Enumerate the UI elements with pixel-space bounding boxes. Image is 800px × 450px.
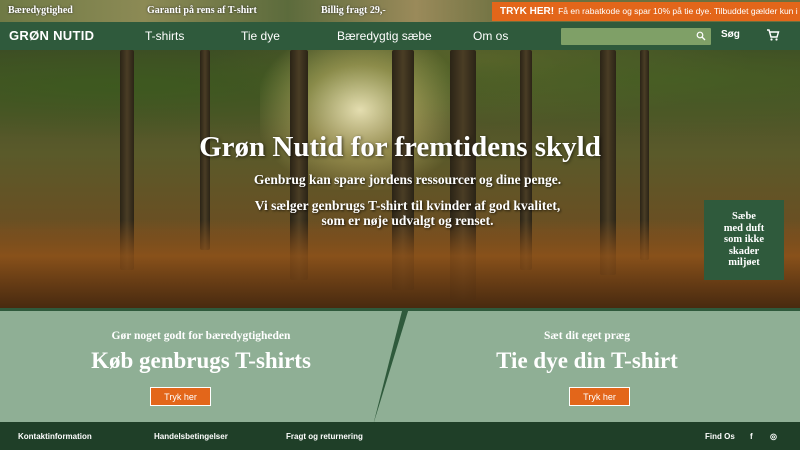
soap-box-line: miljøet bbox=[728, 257, 760, 268]
promo-item-sustainability: Bæredygtighed bbox=[8, 5, 73, 16]
search-input[interactable] bbox=[561, 28, 711, 45]
tshirts-panel: Gør noget godt for bæredygtigheden Køb g… bbox=[0, 311, 402, 422]
site-footer: Kontaktinformation Handelsbetingelser Fr… bbox=[0, 422, 800, 450]
offer-cta-label[interactable]: TRYK HER! bbox=[500, 6, 554, 17]
hero-subtitle-line: som er nøje udvalgt og renset. bbox=[321, 213, 494, 228]
nav-link-tie-dye[interactable]: Tie dye bbox=[241, 29, 280, 43]
soap-box-line: Sæbe bbox=[732, 211, 756, 222]
footer-link-find-us[interactable]: Find Os bbox=[705, 432, 735, 441]
main-navigation: GRØN NUTID T-shirts Tie dye Bæredygtig s… bbox=[0, 22, 800, 50]
search-icon[interactable] bbox=[696, 31, 706, 41]
tie-dye-panel: Sæt dit eget præg Tie dye din T-shirt Tr… bbox=[374, 311, 800, 422]
soap-promo-box[interactable]: Sæbe med duft som ikke skader miljøet bbox=[704, 200, 784, 280]
soap-box-line: skader bbox=[728, 245, 760, 257]
promo-item-shipping: Billig fragt 29,- bbox=[321, 5, 386, 16]
buy-tshirts-button[interactable]: Tryk her bbox=[150, 387, 211, 406]
feature-panels: Gør noget godt for bæredygtigheden Køb g… bbox=[0, 308, 800, 422]
cart-icon[interactable] bbox=[766, 28, 780, 42]
tie-dye-button[interactable]: Tryk her bbox=[569, 387, 630, 406]
nav-link-tshirts[interactable]: T-shirts bbox=[145, 29, 184, 43]
hero-forest-floor bbox=[0, 220, 800, 308]
panel-heading: Tie dye din T-shirt bbox=[496, 348, 678, 373]
facebook-icon[interactable]: f bbox=[750, 432, 753, 441]
footer-link-terms[interactable]: Handelsbetingelser bbox=[154, 432, 228, 441]
search-button[interactable]: Søg bbox=[721, 29, 740, 40]
discount-offer-banner[interactable]: TRYK HER! Få en rabatkode og spar 10% på … bbox=[492, 2, 800, 21]
hero-subtitle-line: Genbrug kan spare jordens ressourcer og … bbox=[253, 172, 562, 187]
nav-link-soap[interactable]: Bæredygtig sæbe bbox=[337, 29, 432, 43]
soap-box-line: som ikke bbox=[724, 234, 764, 245]
offer-text: Få en rabatkode og spar 10% på tie dye. … bbox=[558, 6, 800, 16]
hero-subtitle-line: Vi sælger genbrugs T-shirt til kvinder a… bbox=[254, 198, 561, 213]
hero-title: Grøn Nutid for fremtidens skyld bbox=[199, 131, 601, 163]
site-logo[interactable]: GRØN NUTID bbox=[9, 28, 94, 43]
nav-link-about[interactable]: Om os bbox=[473, 29, 508, 43]
promo-item-guarantee: Garanti på rens af T-shirt bbox=[147, 5, 257, 16]
panel-eyebrow: Gør noget godt for bæredygtigheden bbox=[111, 330, 291, 342]
panel-eyebrow: Sæt dit eget præg bbox=[544, 330, 630, 342]
promo-strip: Bæredygtighed Garanti på rens af T-shirt… bbox=[0, 0, 800, 22]
footer-link-shipping[interactable]: Fragt og returnering bbox=[286, 432, 363, 441]
instagram-icon[interactable]: ◎ bbox=[770, 432, 777, 441]
hero-banner: Grøn Nutid for fremtidens skyld Genbrug … bbox=[0, 50, 800, 308]
soap-box-line: med duft bbox=[723, 222, 765, 234]
panel-heading: Køb genbrugs T-shirts bbox=[91, 348, 311, 373]
footer-link-contact[interactable]: Kontaktinformation bbox=[18, 432, 92, 441]
